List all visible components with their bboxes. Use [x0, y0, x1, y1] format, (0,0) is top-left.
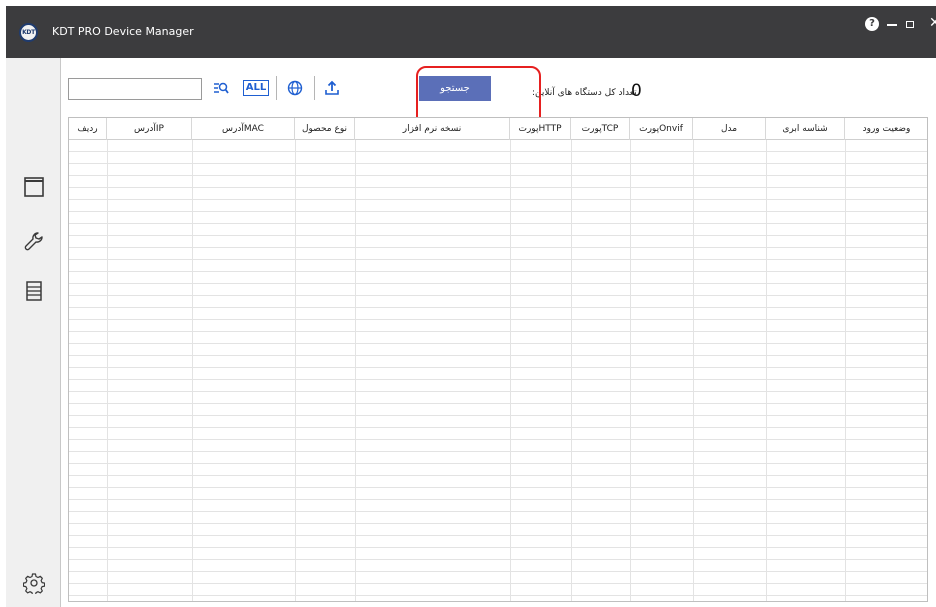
column-divider: [355, 140, 356, 601]
maximize-button[interactable]: [906, 21, 914, 28]
sidebar: [6, 58, 61, 607]
column-header[interactable]: پورتTCP: [571, 118, 630, 140]
table-body[interactable]: [69, 140, 927, 601]
column-divider: [630, 140, 631, 601]
device-table: ردیف آدرسIP آدرسMAC نوع محصول نسخه نرم افزار…: [68, 117, 928, 602]
column-header[interactable]: پورتHTTP: [510, 118, 571, 140]
column-divider: [766, 140, 767, 601]
online-count-value: 0: [631, 81, 642, 101]
minimize-button[interactable]: [887, 24, 897, 26]
column-divider: [192, 140, 193, 601]
toolbar-divider: [276, 76, 277, 100]
column-header[interactable]: نسخه نرم افزار: [355, 118, 510, 140]
column-header[interactable]: پورتOnvif: [630, 118, 693, 140]
column-divider: [510, 140, 511, 601]
column-divider: [693, 140, 694, 601]
column-header[interactable]: شناسه ابری: [766, 118, 845, 140]
column-header[interactable]: ردیف: [69, 118, 107, 140]
column-divider: [571, 140, 572, 601]
column-header[interactable]: نوع محصول: [295, 118, 355, 140]
help-button[interactable]: ?: [865, 17, 879, 31]
all-button[interactable]: ALL: [242, 76, 270, 100]
app-logo: KDT: [19, 23, 38, 42]
column-divider: [845, 140, 846, 601]
close-button[interactable]: ✕: [929, 15, 936, 31]
column-header[interactable]: مدل: [693, 118, 766, 140]
column-header[interactable]: آدرسMAC: [192, 118, 295, 140]
table-header: ردیف آدرسIP آدرسMAC نوع محصول نسخه نرم افزار…: [69, 118, 927, 140]
column-divider: [295, 140, 296, 601]
app-window: KDT KDT PRO Device Manager ? ✕ ALL جستجو…: [0, 0, 936, 607]
toolbar-divider: [314, 76, 315, 100]
window-icon[interactable]: [23, 176, 45, 198]
online-count-label: تعداد کل دستگاه های آنلاین:: [532, 88, 637, 98]
upload-icon: [325, 80, 339, 95]
list-icon[interactable]: [23, 280, 45, 302]
network-button[interactable]: [283, 76, 307, 100]
column-divider: [107, 140, 108, 601]
column-header[interactable]: آدرسIP: [107, 118, 192, 140]
upload-button[interactable]: [320, 76, 344, 100]
all-label: ALL: [242, 80, 270, 96]
settings-icon[interactable]: [23, 572, 45, 594]
search-device-button[interactable]: [209, 76, 233, 100]
search-list-icon: [214, 82, 229, 94]
title-bar: KDT KDT PRO Device Manager ? ✕: [6, 6, 936, 58]
column-header[interactable]: وضعیت ورود: [845, 118, 927, 140]
globe-icon: [287, 80, 303, 96]
search-button[interactable]: جستجو: [419, 76, 491, 101]
search-input[interactable]: [68, 78, 202, 100]
logo-text: KDT: [22, 29, 35, 36]
window-title: KDT PRO Device Manager: [52, 25, 194, 38]
wrench-icon[interactable]: [23, 230, 45, 252]
